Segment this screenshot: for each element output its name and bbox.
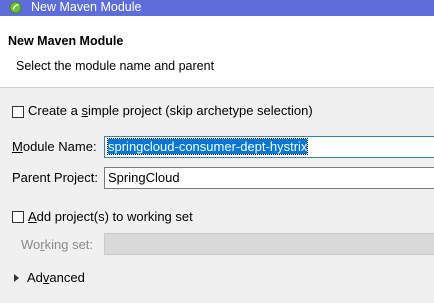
parent-project-value: SpringCloud	[108, 170, 180, 185]
parent-project-label: Parent Project:	[12, 170, 98, 185]
wizard-description: Select the module name and parent	[16, 59, 215, 73]
working-set-checkbox-label[interactable]: Add project(s) to working set	[28, 209, 193, 224]
working-set-checkbox-label-mnemonic: A	[28, 209, 37, 224]
simple-project-label[interactable]: Create a simple project (skip archetype …	[28, 103, 313, 118]
wizard-header: New Maven Module Select the module name …	[0, 16, 434, 88]
advanced-label-part: anced	[49, 270, 85, 285]
wizard-title: New Maven Module	[8, 34, 124, 48]
simple-project-checkbox[interactable]	[12, 106, 24, 118]
working-set-combo	[104, 233, 434, 255]
advanced-section-toggle[interactable]: Advanced	[27, 270, 85, 285]
module-name-label: Module Name:	[12, 139, 97, 154]
expand-triangle-icon[interactable]	[14, 274, 19, 282]
window-title: New Maven Module	[31, 0, 142, 14]
simple-project-label-part: Create a	[28, 103, 82, 118]
module-name-input[interactable]: springcloud-consumer-dept-hystrix	[104, 136, 434, 158]
module-name-label-part: odule Name:	[22, 139, 97, 154]
parent-project-field[interactable]: SpringCloud	[104, 167, 434, 189]
working-set-label-part: Wo	[21, 237, 41, 252]
working-set-label-part: king set:	[44, 237, 94, 252]
advanced-label-part: Ad	[27, 270, 43, 285]
working-set-checkbox-label-part: dd project(s) to working set	[36, 209, 193, 224]
module-name-label-mnemonic: M	[12, 139, 23, 154]
working-set-label: Working set:	[21, 237, 93, 252]
window-title-bar[interactable]: New Maven Module	[0, 0, 434, 16]
module-name-value: springcloud-consumer-dept-hystrix	[106, 138, 309, 155]
working-set-checkbox[interactable]	[12, 211, 24, 223]
simple-project-label-part: imple project (skip archetype selection)	[87, 103, 313, 118]
eclipse-leaf-icon	[9, 1, 22, 14]
